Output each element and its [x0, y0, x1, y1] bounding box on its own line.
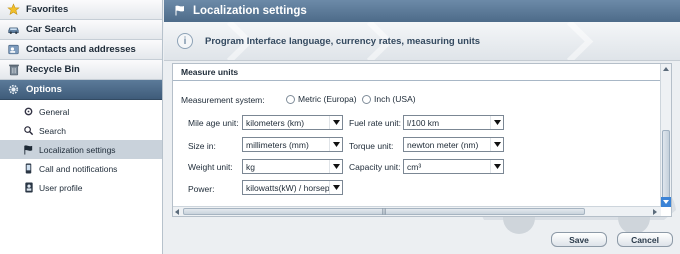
- radio-metric[interactable]: Metric (Europa): [286, 94, 357, 104]
- sidebar-item-label: Contacts and addresses: [26, 44, 136, 55]
- section-title: Measure units: [173, 64, 661, 81]
- options-subitems: General Search Localization settings Cal…: [0, 100, 162, 197]
- scroll-up-icon[interactable]: [661, 64, 671, 74]
- car-icon: [7, 23, 20, 36]
- gear-icon: [7, 83, 20, 96]
- scroll-thumb[interactable]: |||: [183, 208, 585, 215]
- power-label: Power:: [188, 184, 215, 194]
- page-title: Localization settings: [193, 5, 307, 17]
- flag-icon: [174, 4, 186, 19]
- subitem-label: Search: [39, 125, 66, 136]
- measurement-system-label: Measurement system:: [181, 95, 265, 105]
- flag-icon: [23, 144, 34, 155]
- chevron-decoration: [566, 22, 594, 60]
- power-value: kilowatts(kW) / horsepo: [246, 182, 329, 193]
- sidebar-item-label: Recycle Bin: [26, 64, 80, 75]
- mileage-value: kilometers (km): [246, 117, 305, 128]
- sidebar: Favorites Car Search Contacts and addres…: [0, 0, 163, 254]
- subitem-localization[interactable]: Localization settings: [0, 140, 162, 159]
- size-label: Size in:: [188, 141, 216, 151]
- size-value: millimeters (mm): [246, 139, 309, 150]
- scroll-down-icon[interactable]: [661, 197, 671, 207]
- subitem-label: Call and notifications: [39, 163, 118, 174]
- capacity-label: Capacity unit:: [349, 162, 401, 172]
- sidebar-item-contacts[interactable]: Contacts and addresses: [0, 40, 162, 60]
- title-bar: Localization settings: [164, 0, 680, 22]
- fuel-rate-label: Fuel rate unit:: [349, 118, 401, 128]
- sidebar-item-label: Favorites: [26, 4, 69, 15]
- vertical-scrollbar[interactable]: [660, 64, 671, 207]
- scroll-left-icon[interactable]: [173, 208, 181, 216]
- horizontal-scrollbar[interactable]: |||: [173, 206, 661, 216]
- info-text: Program Interface language, currency rat…: [205, 35, 481, 47]
- sidebar-item-recycle-bin[interactable]: Recycle Bin: [0, 60, 162, 80]
- scroll-thumb[interactable]: [662, 130, 670, 200]
- sidebar-item-label: Options: [26, 84, 62, 95]
- mileage-select[interactable]: kilometers (km): [242, 115, 343, 130]
- radio-circle: [362, 94, 371, 104]
- star-icon: [7, 3, 20, 16]
- phone-icon: [23, 163, 34, 174]
- fuel-rate-value: l/100 km: [407, 117, 440, 128]
- torque-value: newton meter (nm): [407, 139, 479, 150]
- torque-label: Torque unit:: [349, 141, 394, 151]
- subitem-search[interactable]: Search: [0, 121, 162, 140]
- contacts-icon: [7, 43, 20, 56]
- chevron-down-icon[interactable]: [329, 138, 342, 151]
- cancel-button[interactable]: Cancel: [617, 232, 673, 247]
- user-icon: [23, 182, 34, 193]
- capacity-value: cm³: [407, 161, 422, 172]
- chevron-down-icon[interactable]: [329, 181, 342, 194]
- main-content: Localization settings i Program Interfac…: [164, 0, 680, 254]
- scroll-right-icon[interactable]: [651, 208, 659, 216]
- chevron-down-icon[interactable]: [490, 160, 503, 173]
- sidebar-item-car-search[interactable]: Car Search: [0, 20, 162, 40]
- radio-label: Metric (Europa): [298, 94, 357, 104]
- save-button[interactable]: Save: [551, 232, 607, 247]
- chevron-down-icon[interactable]: [490, 116, 503, 129]
- size-select[interactable]: millimeters (mm): [242, 137, 343, 152]
- sidebar-item-options[interactable]: Options: [0, 80, 162, 100]
- fuel-rate-select[interactable]: l/100 km: [403, 115, 504, 130]
- subitem-general[interactable]: General: [0, 102, 162, 121]
- capacity-select[interactable]: cm³: [403, 159, 504, 174]
- mileage-label: Mile age unit:: [188, 118, 239, 128]
- wrench-icon: [23, 106, 34, 117]
- chevron-down-icon[interactable]: [329, 116, 342, 129]
- chevron-down-icon[interactable]: [490, 138, 503, 151]
- sidebar-item-favorites[interactable]: Favorites: [0, 0, 162, 20]
- sidebar-item-label: Car Search: [26, 24, 77, 35]
- trash-icon: [7, 63, 20, 76]
- info-icon: i: [177, 33, 193, 49]
- subitem-label: User profile: [39, 182, 83, 193]
- magnifier-icon: [23, 125, 34, 136]
- subitem-call-notifications[interactable]: Call and notifications: [0, 159, 162, 178]
- chevron-down-icon[interactable]: [329, 160, 342, 173]
- torque-select[interactable]: newton meter (nm): [403, 137, 504, 152]
- settings-panel: Measure units Measurement system: Metric…: [172, 63, 672, 217]
- subitem-user-profile[interactable]: User profile: [0, 178, 162, 197]
- weight-label: Weight unit:: [188, 162, 233, 172]
- weight-select[interactable]: kg: [242, 159, 343, 174]
- info-bar: i Program Interface language, currency r…: [164, 22, 680, 61]
- subitem-label: Localization settings: [39, 144, 116, 155]
- weight-value: kg: [246, 161, 255, 172]
- subitem-label: General: [39, 106, 70, 117]
- radio-label: Inch (USA): [374, 94, 416, 104]
- radio-circle: [286, 94, 295, 104]
- radio-inch[interactable]: Inch (USA): [362, 94, 416, 104]
- power-select[interactable]: kilowatts(kW) / horsepo: [242, 180, 343, 195]
